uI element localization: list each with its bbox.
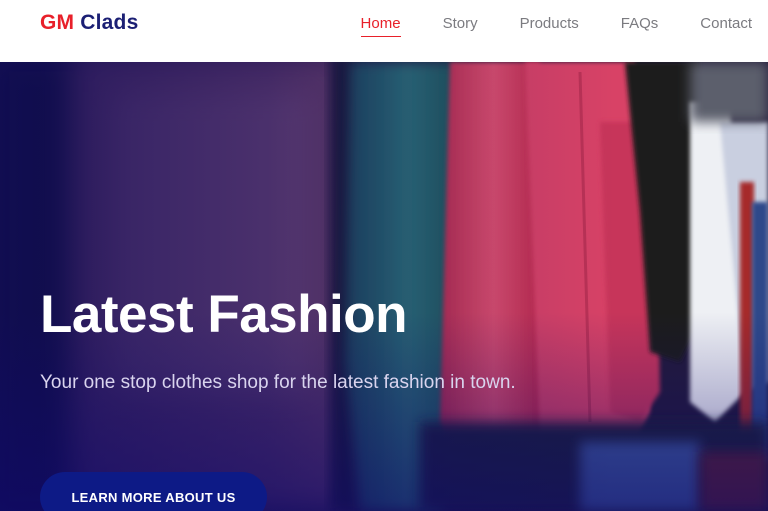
- brand-logo[interactable]: GM Clads: [40, 11, 138, 35]
- brand-logo-gm: GM: [40, 11, 75, 34]
- hero-section: Latest Fashion Your one stop clothes sho…: [0, 62, 768, 511]
- hero-subtitle: Your one stop clothes shop for the lates…: [40, 372, 516, 393]
- nav-link-contact[interactable]: Contact: [700, 15, 752, 37]
- navbar: GM Clads Home Story Products FAQs Contac…: [0, 0, 768, 62]
- learn-more-button[interactable]: LEARN MORE ABOUT US: [40, 472, 267, 511]
- brand-logo-clads: Clads: [80, 11, 139, 34]
- main-nav: Home Story Products FAQs Contact: [360, 15, 752, 37]
- nav-link-story[interactable]: Story: [443, 15, 478, 37]
- nav-link-home[interactable]: Home: [360, 15, 401, 37]
- hero-title: Latest Fashion: [40, 285, 408, 344]
- nav-link-products[interactable]: Products: [520, 15, 579, 37]
- nav-link-faqs[interactable]: FAQs: [621, 15, 659, 37]
